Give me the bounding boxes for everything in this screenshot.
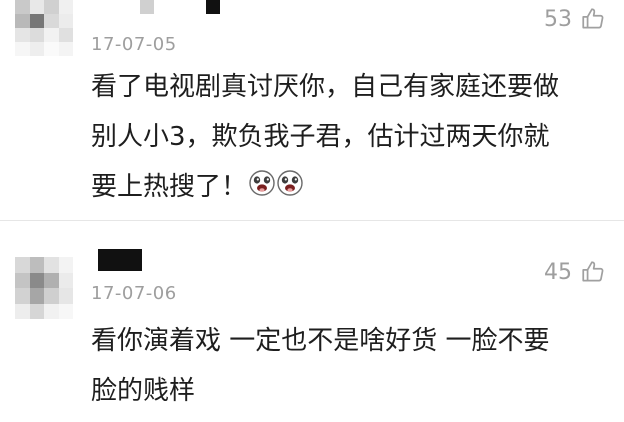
like-count: 53 bbox=[544, 6, 572, 32]
like-button[interactable]: 53 bbox=[544, 6, 606, 32]
avatar[interactable] bbox=[15, 257, 73, 319]
comment-date: 17-07-06 bbox=[91, 283, 177, 304]
comment-text: 看了电视剧真讨厌你，自己有家庭还要做 别人小3，欺负我子君，估计过两天你就 要上热搜… bbox=[91, 62, 611, 213]
comment-date: 17-07-05 bbox=[91, 34, 177, 55]
like-button[interactable]: 45 bbox=[544, 259, 606, 285]
grinning-dog-emoji bbox=[277, 163, 303, 213]
comment-line: 别人小3，欺负我子君，估计过两天你就 bbox=[91, 122, 550, 152]
thumbs-up-icon bbox=[582, 261, 604, 282]
divider bbox=[0, 220, 624, 221]
comment-line: 要上热搜了！ bbox=[91, 172, 248, 202]
comment-line: 脸的贱样 bbox=[91, 376, 196, 406]
like-count: 45 bbox=[544, 259, 572, 285]
comment-item: 17-07-06 45 看你演着戏 一定也不是啥好货 一脸不要 脸的贱样 bbox=[0, 225, 624, 422]
comment-line: 看了电视剧真讨厌你，自己有家庭还要做 bbox=[91, 72, 560, 102]
comment-line: 看你演着戏 一定也不是啥好货 一脸不要 bbox=[91, 326, 550, 356]
thumbs-up-icon bbox=[582, 8, 604, 29]
username-redacted[interactable] bbox=[98, 249, 142, 271]
comment-text: 看你演着戏 一定也不是啥好货 一脸不要 脸的贱样 bbox=[91, 316, 611, 416]
comment-item: 17-07-05 53 看了电视剧真讨厌你，自己有家庭还要做 别人小3，欺负我子君… bbox=[0, 0, 624, 218]
avatar[interactable] bbox=[15, 0, 73, 56]
username-redacted[interactable] bbox=[140, 0, 220, 14]
grinning-dog-emoji bbox=[249, 163, 275, 213]
